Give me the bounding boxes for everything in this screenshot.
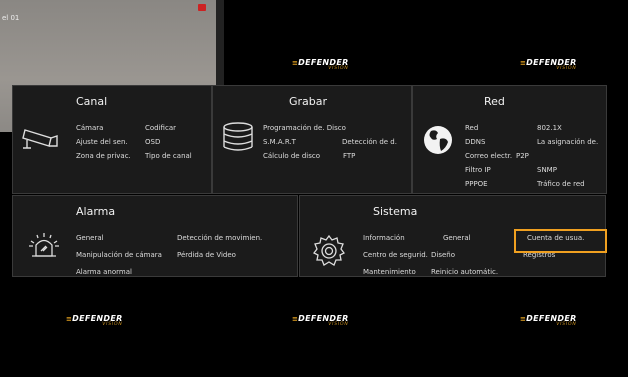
menu-asignacion[interactable]: La asignación de. xyxy=(537,138,598,146)
menu-diseno[interactable]: Diseño xyxy=(431,251,455,259)
globe-icon xyxy=(424,126,452,154)
menu-red[interactable]: Red xyxy=(465,124,478,132)
menu-perdida-video[interactable]: Pérdida de Video xyxy=(177,251,236,259)
menu-alarma-general[interactable]: General xyxy=(76,234,104,242)
menu-trafico-red[interactable]: Tráfico de red xyxy=(537,180,585,188)
gear-icon xyxy=(313,234,345,266)
menu-informacion[interactable]: Información xyxy=(363,234,405,242)
menu-codificar[interactable]: Codificar xyxy=(145,124,176,132)
menu-filtro-ip[interactable]: Filtro IP xyxy=(465,166,491,174)
record-indicator-icon xyxy=(198,4,206,11)
sistema-title: Sistema xyxy=(373,205,418,218)
menu-programacion[interactable]: Programación de. Disco xyxy=(263,124,346,132)
disk-icon xyxy=(223,122,253,151)
menu-centro-seguridad[interactable]: Centro de segurid. xyxy=(363,251,428,259)
menu-ajuste-sensor[interactable]: Ajuste del sen. xyxy=(76,138,128,146)
canal-title: Canal xyxy=(76,95,108,108)
menu-mantenimiento[interactable]: Mantenimiento xyxy=(363,268,416,276)
menu-pppoe[interactable]: PPPOE xyxy=(465,180,488,188)
defender-logo: ≡DEFENDER VISION xyxy=(520,314,577,327)
defender-logo: ≡DEFENDER VISION xyxy=(66,314,123,327)
menu-calculo-disco[interactable]: Cálculo de disco xyxy=(263,152,320,160)
defender-logo: ≡DEFENDER VISION xyxy=(292,58,349,71)
grabar-title: Grabar xyxy=(289,95,328,108)
menu-deteccion-movimiento[interactable]: Detección de movimien. xyxy=(177,234,262,242)
defender-logo: ≡DEFENDER VISION xyxy=(292,314,349,327)
menu-camara[interactable]: Cámara xyxy=(76,124,103,132)
menu-deteccion-disco[interactable]: Detección de d. xyxy=(342,138,397,146)
red-panel[interactable]: Red Red 802.1X DDNS La asignación de. Co… xyxy=(412,85,607,194)
red-title: Red xyxy=(484,95,505,108)
menu-correo[interactable]: Correo electr. xyxy=(465,152,512,160)
menu-alarma-anormal[interactable]: Alarma anormal xyxy=(76,268,132,276)
menu-8021x[interactable]: 802.1X xyxy=(537,124,562,132)
menu-ddns[interactable]: DDNS xyxy=(465,138,485,146)
menu-smart[interactable]: S.M.A.R.T xyxy=(263,138,296,146)
menu-reinicio-automatico[interactable]: Reinicio automátic. xyxy=(431,268,498,276)
defender-logo: ≡DEFENDER VISION xyxy=(520,58,577,71)
menu-osd[interactable]: OSD xyxy=(145,138,160,146)
menu-zona-privacidad[interactable]: Zona de privac. xyxy=(76,152,131,160)
camera-icon xyxy=(22,129,58,149)
menu-manipulacion-camara[interactable]: Manipulación de cámara xyxy=(76,251,162,259)
menu-snmp[interactable]: SNMP xyxy=(537,166,557,174)
menu-sistema-general[interactable]: General xyxy=(443,234,471,242)
grabar-panel[interactable]: Grabar Programación de. Disco S.M.A.R.T … xyxy=(212,85,412,194)
alarma-panel[interactable]: Alarma General Detección de movimien. Ma… xyxy=(12,195,298,277)
alarm-bell-icon xyxy=(29,233,59,257)
canal-panel[interactable]: Canal Cámara Codificar Ajuste del sen. O… xyxy=(12,85,212,194)
menu-tipo-canal[interactable]: Tipo de canal xyxy=(145,152,192,160)
camera-label: el 01 xyxy=(2,14,20,22)
selection-highlight xyxy=(514,229,607,253)
menu-ftp[interactable]: FTP xyxy=(343,152,355,160)
menu-p2p[interactable]: P2P xyxy=(516,152,529,160)
alarma-title: Alarma xyxy=(76,205,116,218)
